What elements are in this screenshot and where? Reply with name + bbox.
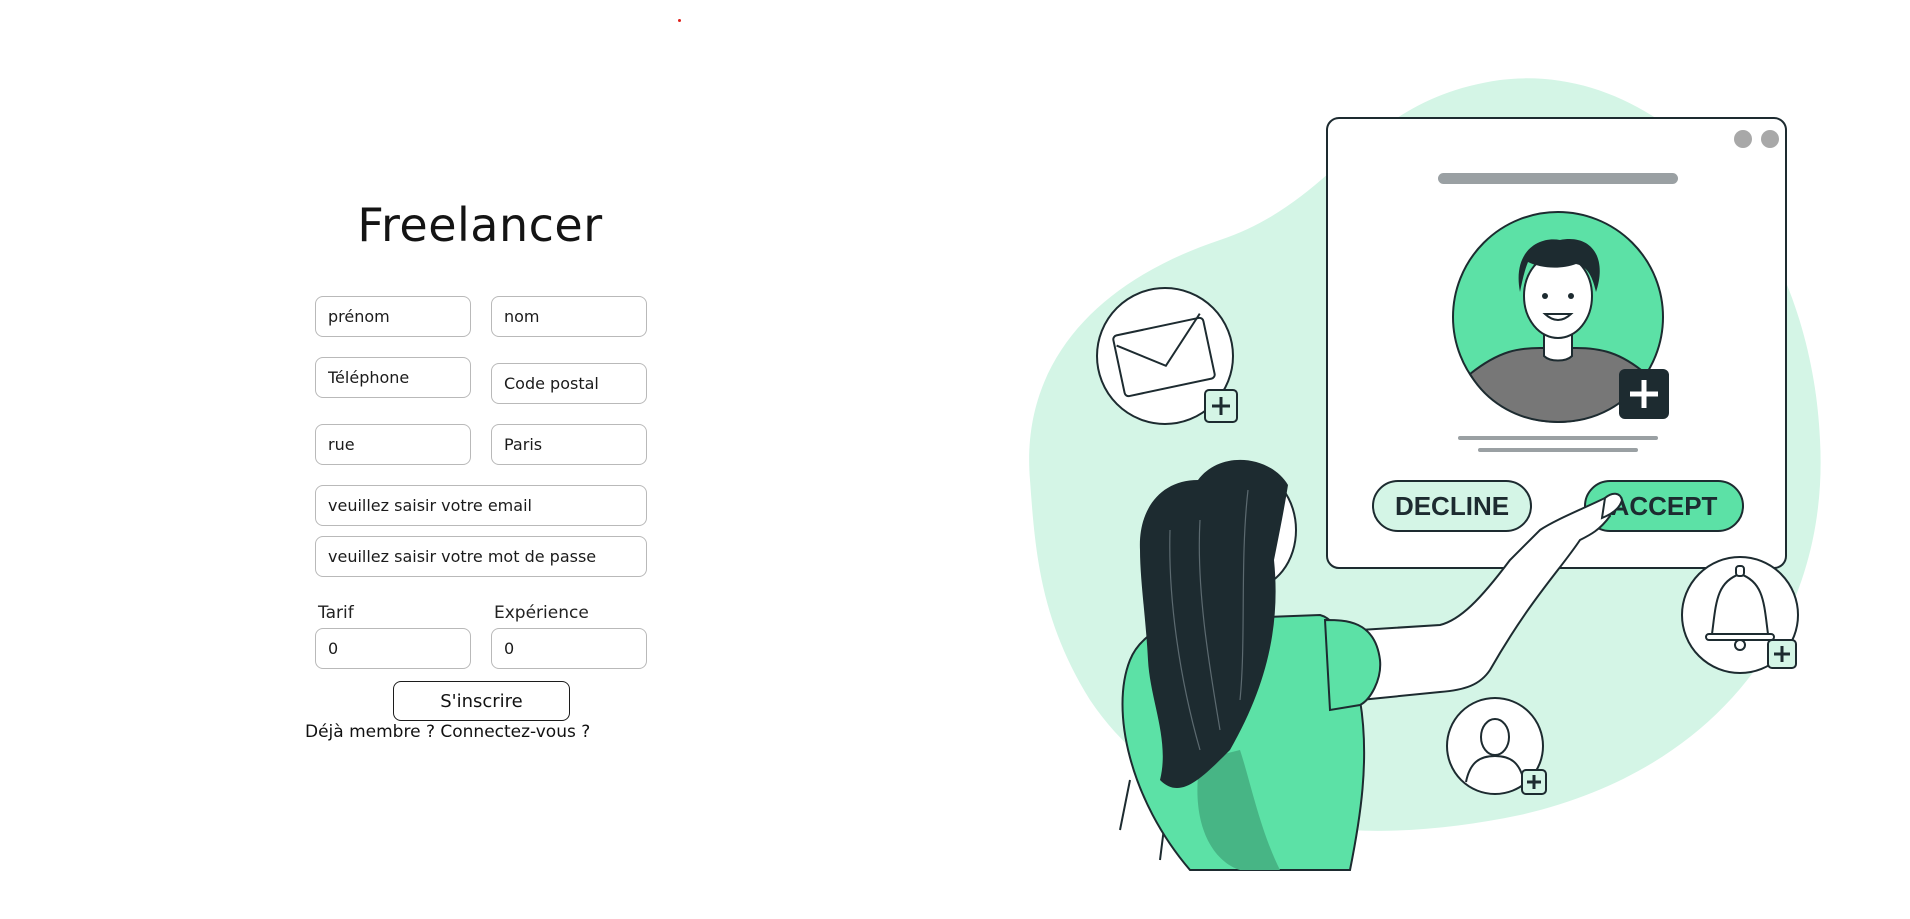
experience-input[interactable] xyxy=(491,628,647,669)
login-link[interactable]: Connectez-vous ? xyxy=(440,722,590,742)
accept-label: ACCEPT xyxy=(1611,491,1718,521)
red-dot-marker xyxy=(678,19,681,22)
rate-label: Tarif xyxy=(318,603,354,623)
postal-code-input[interactable] xyxy=(491,363,647,404)
signup-button[interactable]: S'inscrire xyxy=(393,681,570,721)
city-input[interactable] xyxy=(491,424,647,465)
rate-input[interactable] xyxy=(315,628,471,669)
password-input[interactable] xyxy=(315,536,647,577)
hiring-illustration: DECLINE ACCEPT xyxy=(1029,78,1821,871)
bell-icon xyxy=(1681,556,1799,674)
experience-label: Expérience xyxy=(494,603,589,623)
phone-input[interactable] xyxy=(315,357,471,398)
decline-label: DECLINE xyxy=(1395,491,1509,521)
profile-window: DECLINE ACCEPT xyxy=(1326,117,1787,569)
decline-button: DECLINE xyxy=(1372,480,1532,532)
lastname-input[interactable] xyxy=(491,296,647,337)
login-prompt: Déjà membre ? Connectez-vous ? xyxy=(305,722,590,742)
firstname-input[interactable] xyxy=(315,296,471,337)
email-input[interactable] xyxy=(315,485,647,526)
page-title: Freelancer xyxy=(357,198,603,252)
street-input[interactable] xyxy=(315,424,471,465)
member-text: Déjà membre ? xyxy=(305,722,435,742)
